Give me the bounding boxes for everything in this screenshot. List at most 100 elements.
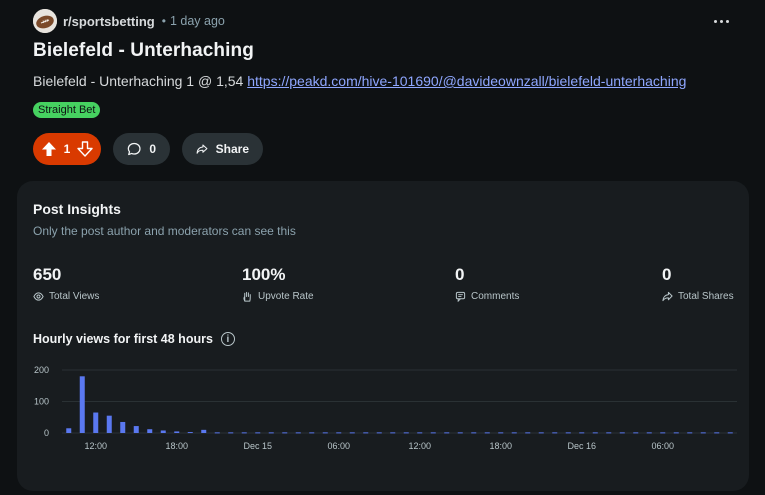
chart-bar: [552, 432, 558, 434]
chart-bar: [255, 432, 261, 434]
post-body: Bielefeld - Unterhaching 1 @ 1,54 https:…: [33, 73, 686, 89]
post-insights-panel: Post Insights Only the post author and m…: [17, 181, 749, 491]
subreddit-name[interactable]: r/sportsbetting: [63, 14, 155, 29]
stat-label: Total Views: [49, 291, 100, 302]
chart-bar: [565, 432, 571, 434]
chart-bar: [79, 376, 85, 433]
chart-bar: [309, 432, 315, 434]
chart-bar: [282, 432, 288, 434]
chart-bar: [160, 430, 166, 433]
chart-bar: [457, 432, 463, 434]
x-tick-label: 06:00: [327, 441, 350, 451]
comments-button[interactable]: 0: [113, 133, 170, 165]
stat-upvote-rate: 100% Upvote Rate: [242, 265, 314, 302]
chart-bar: [714, 432, 720, 434]
share-button[interactable]: Share: [182, 133, 263, 165]
chart-bar: [268, 432, 274, 434]
chart-title: Hourly views for first 48 hours: [33, 332, 213, 346]
stat-value: 650: [33, 265, 62, 284]
hourly-views-chart: 200 100 0 12:00 18:00 Dec 15 06:00 12:00 18:00 De…: [34, 365, 737, 451]
chart-bar: [538, 432, 544, 434]
share-icon: [662, 291, 673, 302]
share-label: Share: [215, 142, 249, 156]
more-options-button[interactable]: [711, 12, 731, 30]
x-tick-label: 06:00: [651, 441, 674, 451]
chart-bar: [673, 432, 679, 434]
chart-bar: [106, 415, 112, 433]
vote-count: 1: [63, 142, 71, 156]
chart-bar: [417, 432, 423, 434]
post-header: r/sportsbetting • 1 day ago: [33, 8, 745, 34]
more-dots-icon: [713, 19, 717, 23]
comment-count: 0: [149, 142, 156, 156]
chart-bar: [646, 432, 652, 434]
chart-bar: [322, 432, 328, 434]
chart-bar: [133, 426, 139, 433]
chart-bar: [660, 432, 666, 434]
x-tick-label: Dec 15: [243, 441, 272, 451]
chart-bar: [444, 432, 450, 434]
post-time: 1 day ago: [169, 14, 225, 28]
chart-bar: [228, 432, 234, 434]
separator-dot: •: [161, 14, 166, 28]
chart-bar: [430, 432, 436, 434]
chart-bar: [498, 432, 504, 434]
chart-bar: [633, 432, 639, 434]
chart-bar: [606, 432, 612, 434]
chart-bar: [336, 432, 342, 434]
x-tick-label: 12:00: [84, 441, 107, 451]
stat-label: Total Shares: [678, 291, 734, 302]
stat-label: Upvote Rate: [258, 291, 314, 302]
comment-icon: [455, 291, 466, 302]
chart-bar: [214, 432, 220, 434]
chart-bar: [349, 432, 355, 434]
chart-bar: [147, 429, 153, 433]
subreddit-avatar[interactable]: [33, 9, 57, 33]
football-icon: [33, 9, 57, 33]
info-icon[interactable]: i: [220, 332, 235, 346]
stat-total-shares: 0 Total Shares: [662, 265, 734, 302]
chart-bar: [727, 432, 733, 434]
chart-bar: [187, 432, 193, 434]
chart-bar: [376, 432, 382, 434]
chart-bar: [592, 432, 598, 434]
stat-total-views: 650 Total Views: [33, 265, 99, 302]
y-tick-label: 100: [34, 397, 49, 407]
y-tick-label: 0: [44, 428, 49, 438]
chart-title-row: Hourly views for first 48 hours i: [33, 332, 235, 346]
chart-bar: [619, 432, 625, 434]
insights-title: Post Insights: [33, 201, 121, 217]
x-tick-label: 18:00: [489, 441, 512, 451]
chart-bar: [93, 412, 99, 433]
chart-bar: [403, 432, 409, 434]
hand-icon: [243, 291, 251, 302]
chart-bar: [687, 432, 693, 434]
chart-bar: [66, 428, 72, 433]
stat-value: 0: [662, 265, 672, 284]
chart-bar: [241, 432, 247, 434]
chart-bar: [525, 432, 531, 434]
upvote-icon[interactable]: [41, 141, 57, 157]
chart-bar: [363, 432, 369, 434]
chart-bar: [484, 432, 490, 434]
chart-bar: [511, 432, 517, 434]
x-tick-label: 12:00: [408, 441, 431, 451]
insights-subtitle: Only the post author and moderators can …: [33, 224, 296, 238]
x-tick-label: Dec 16: [567, 441, 596, 451]
post-flair[interactable]: Straight Bet: [33, 102, 101, 118]
post-body-link[interactable]: https://peakd.com/hive-101690/@davideown…: [247, 73, 686, 89]
chart-bar: [390, 432, 396, 434]
downvote-icon[interactable]: [77, 141, 93, 157]
stat-value: 0: [455, 265, 465, 284]
post-title: Bielefeld - Unterhaching: [33, 40, 254, 61]
chart-bar: [201, 429, 207, 433]
post-actions: 1 0 Share: [33, 133, 263, 165]
vote-control: 1: [33, 133, 101, 165]
stat-comments: 0 Comments: [455, 265, 519, 302]
stat-value: 100%: [242, 265, 286, 284]
chart-bar: [700, 432, 706, 434]
chart-bar: [471, 432, 477, 434]
y-tick-label: 200: [34, 365, 49, 375]
chart-bar: [295, 432, 301, 434]
eye-icon: [33, 292, 44, 301]
